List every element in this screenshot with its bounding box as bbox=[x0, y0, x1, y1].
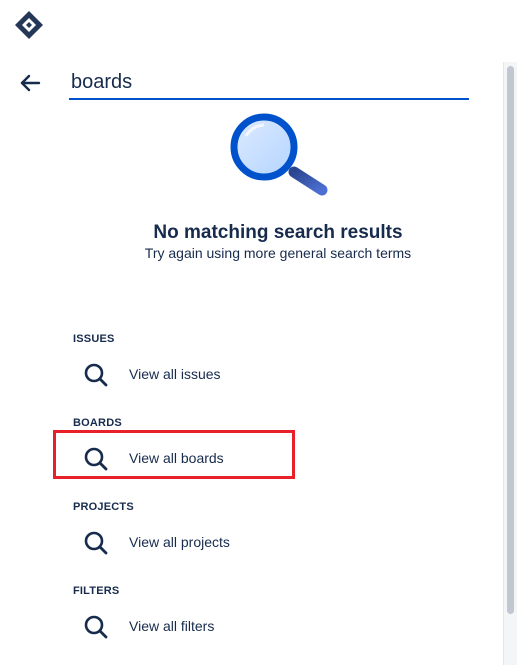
section-heading-filters: FILTERS bbox=[73, 585, 120, 597]
search-input[interactable] bbox=[69, 66, 469, 100]
view-all-projects-label: View all projects bbox=[129, 534, 230, 550]
scrollbar-thumb[interactable] bbox=[507, 66, 514, 614]
view-all-projects-link[interactable]: View all projects bbox=[73, 521, 295, 563]
empty-state-title: No matching search results bbox=[153, 222, 403, 243]
vertical-scrollbar[interactable] bbox=[503, 62, 517, 665]
magnifier-illustration-icon bbox=[230, 113, 328, 196]
back-arrow-icon[interactable] bbox=[18, 72, 42, 94]
search-icon bbox=[84, 363, 108, 387]
section-heading-projects: PROJECTS bbox=[73, 501, 134, 513]
search-drawer: No matching search results Try again usi… bbox=[0, 0, 517, 665]
search-icon bbox=[84, 531, 108, 555]
view-all-filters-label: View all filters bbox=[129, 618, 215, 634]
section-heading-issues: ISSUES bbox=[73, 333, 115, 345]
section-heading-boards: BOARDS bbox=[73, 417, 122, 429]
view-all-filters-link[interactable]: View all filters bbox=[73, 605, 295, 647]
view-all-issues-link[interactable]: View all issues bbox=[73, 353, 295, 395]
view-all-issues-label: View all issues bbox=[129, 366, 221, 382]
view-all-boards-label: View all boards bbox=[129, 450, 224, 466]
search-icon bbox=[84, 615, 108, 639]
jira-logo-icon[interactable] bbox=[14, 10, 44, 40]
search-icon bbox=[84, 447, 108, 471]
empty-state-subtitle: Try again using more general search term… bbox=[144, 245, 412, 261]
view-all-boards-link[interactable]: View all boards bbox=[73, 437, 295, 479]
